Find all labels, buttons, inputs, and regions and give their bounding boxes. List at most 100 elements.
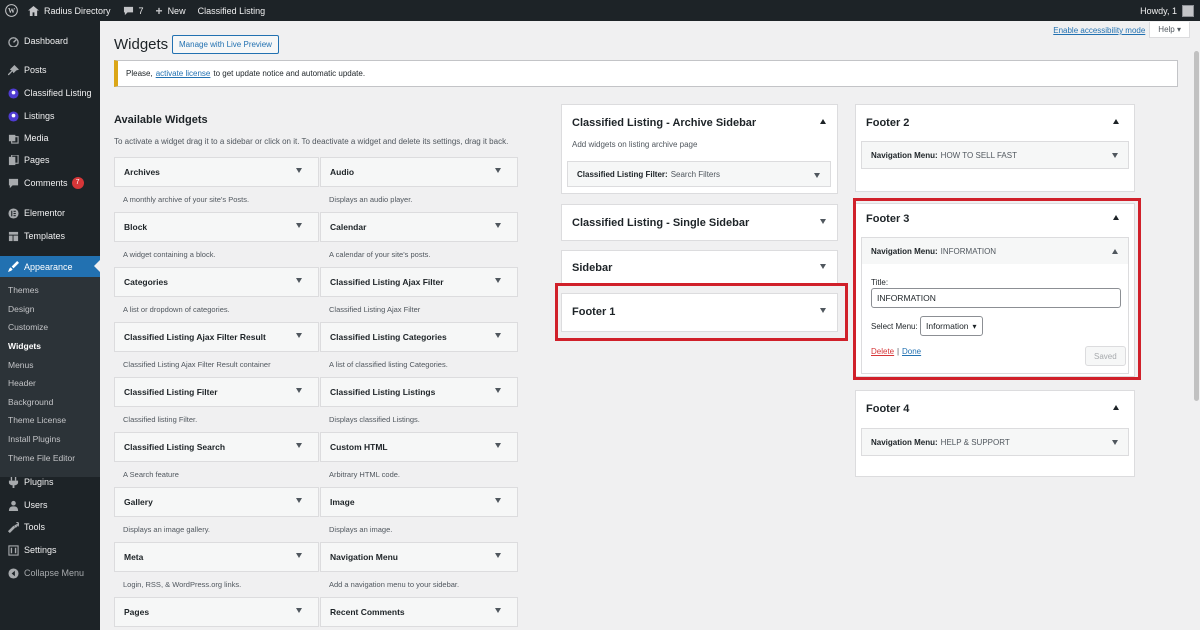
sidebar-item-appearance[interactable]: Appearance [0,256,100,277]
expand-arrow-icon[interactable] [820,219,826,224]
widget-cl-ajax-filter-result[interactable]: Classified Listing Ajax Filter Result [114,322,319,352]
classified-icon [6,86,20,100]
sidebar-item-dashboard[interactable]: Dashboard [0,31,100,51]
sidebar-item-label: Listings [24,111,55,121]
wordpress-logo-icon[interactable]: W [0,0,22,21]
expand-arrow-icon[interactable] [296,498,302,503]
sidebar-item-media[interactable]: Media [0,128,100,148]
expand-arrow-icon[interactable] [495,333,501,338]
submenu-menus[interactable]: Menus [8,357,34,373]
sidebar-item-users[interactable]: Users [0,495,100,515]
scrollbar-thumb[interactable] [1194,51,1199,401]
expand-arrow-icon[interactable] [1112,153,1118,158]
widget-nav-how-to-sell[interactable]: Navigation Menu: HOW TO SELL FAST [861,141,1129,169]
submenu-install-plugins[interactable]: Install Plugins [8,431,60,447]
submenu-customize[interactable]: Customize [8,319,48,335]
sidebar-item-settings[interactable]: Settings [0,540,100,560]
expand-arrow-icon[interactable] [296,608,302,613]
expand-arrow-icon[interactable] [296,333,302,338]
page-scrollbar[interactable] [1192,21,1200,630]
sidebar-item-classified-listing[interactable]: Classified Listing [0,83,100,103]
widget-cl-filter-search[interactable]: Classified Listing Filter: Search Filters [567,161,831,187]
widget-custom-html[interactable]: Custom HTML [320,432,518,462]
widget-archives[interactable]: Archives [114,157,319,187]
collapse-arrow-icon[interactable] [1113,405,1119,410]
collapse-menu-button[interactable]: Collapse Menu [0,563,100,583]
widget-cl-search[interactable]: Classified Listing Search [114,432,319,462]
expand-arrow-icon[interactable] [495,498,501,503]
expand-arrow-icon[interactable] [296,223,302,228]
submenu-design[interactable]: Design [8,301,34,317]
comments-link[interactable]: 7 [117,0,150,21]
expand-arrow-icon[interactable] [296,443,302,448]
user-account-menu[interactable]: Howdy, 1 [1140,4,1200,17]
avatar [1182,4,1194,17]
widget-cl-categories[interactable]: Classified Listing Categories [320,322,518,352]
sidebar-item-comments[interactable]: Comments 7 [0,173,100,193]
sidebar-item-listings[interactable]: Listings [0,106,100,126]
submenu-widgets[interactable]: Widgets [8,338,41,354]
widget-calendar[interactable]: Calendar [320,212,518,242]
widget-recent-comments[interactable]: Recent Comments [320,597,518,627]
submenu-theme-file-editor[interactable]: Theme File Editor [8,450,75,466]
expand-arrow-icon[interactable] [495,443,501,448]
sidebar-item-templates[interactable]: Templates [0,226,100,246]
sidebar-item-pages[interactable]: Pages [0,150,100,170]
expand-arrow-icon[interactable] [1112,440,1118,445]
widget-meta[interactable]: Meta [114,542,319,572]
activate-license-link[interactable]: activate license [156,69,211,78]
widget-nav-help-support[interactable]: Navigation Menu: HELP & SUPPORT [861,428,1129,456]
widget-description: Classified Listing Ajax Filter Result co… [123,360,271,369]
widget-gallery[interactable]: Gallery [114,487,319,517]
expand-arrow-icon[interactable] [296,553,302,558]
help-tab-button[interactable]: Help ▾ [1149,22,1190,38]
expand-arrow-icon[interactable] [495,223,501,228]
sidebar-footer4-title[interactable]: Footer 4 [866,403,909,415]
site-name-link[interactable]: Radius Directory [22,0,117,21]
widget-cl-filter[interactable]: Classified Listing Filter [114,377,319,407]
widget-cl-listings[interactable]: Classified Listing Listings [320,377,518,407]
widget-name: Classified Listing Filter: [577,169,668,179]
widget-pages[interactable]: Pages [114,597,319,627]
expand-arrow-icon[interactable] [296,388,302,393]
sidebar-item-posts[interactable]: Posts [0,60,100,80]
dashboard-icon [6,34,20,48]
widget-image[interactable]: Image [320,487,518,517]
sidebar-footer2-title[interactable]: Footer 2 [866,117,909,129]
manage-live-preview-button[interactable]: Manage with Live Preview [172,35,279,54]
expand-arrow-icon[interactable] [820,264,826,269]
sidebar-single-panel[interactable]: Classified Listing - Single Sidebar [561,204,838,241]
sidebar-item-plugins[interactable]: Plugins [0,472,100,492]
collapse-arrow-icon[interactable] [1113,119,1119,124]
expand-arrow-icon[interactable] [495,608,501,613]
expand-arrow-icon[interactable] [495,278,501,283]
widget-block[interactable]: Block [114,212,319,242]
sidebar-item-elementor[interactable]: Elementor [0,203,100,223]
sidebar-item-label: Dashboard [24,36,69,46]
howdy-text: Howdy, 1 [1140,5,1177,16]
classified-listing-link[interactable]: Classified Listing [192,0,272,21]
expand-arrow-icon[interactable] [296,168,302,173]
submenu-header[interactable]: Header [8,375,36,391]
expand-arrow-icon[interactable] [495,553,501,558]
expand-arrow-icon[interactable] [296,278,302,283]
new-content-link[interactable]: + New [150,0,192,21]
widget-categories[interactable]: Categories [114,267,319,297]
expand-arrow-icon[interactable] [814,173,820,178]
widget-value: HOW TO SELL FAST [940,150,1017,160]
expand-arrow-icon[interactable] [495,168,501,173]
comments-count: 7 [138,5,144,16]
sidebar-archive-title[interactable]: Classified Listing - Archive Sidebar [572,117,756,129]
comments-badge: 7 [71,177,84,189]
submenu-theme-license[interactable]: Theme License [8,412,66,428]
widget-cl-ajax-filter[interactable]: Classified Listing Ajax Filter [320,267,518,297]
collapse-arrow-icon[interactable] [820,119,826,124]
sidebar-item-tools[interactable]: Tools [0,517,100,537]
widget-audio[interactable]: Audio [320,157,518,187]
widget-navigation-menu[interactable]: Navigation Menu [320,542,518,572]
submenu-background[interactable]: Background [8,394,53,410]
submenu-themes[interactable]: Themes [8,282,39,298]
expand-arrow-icon[interactable] [495,388,501,393]
accessibility-mode-link[interactable]: Enable accessibility mode [1053,26,1145,35]
sidebar-sidebar-panel[interactable]: Sidebar [561,250,838,285]
